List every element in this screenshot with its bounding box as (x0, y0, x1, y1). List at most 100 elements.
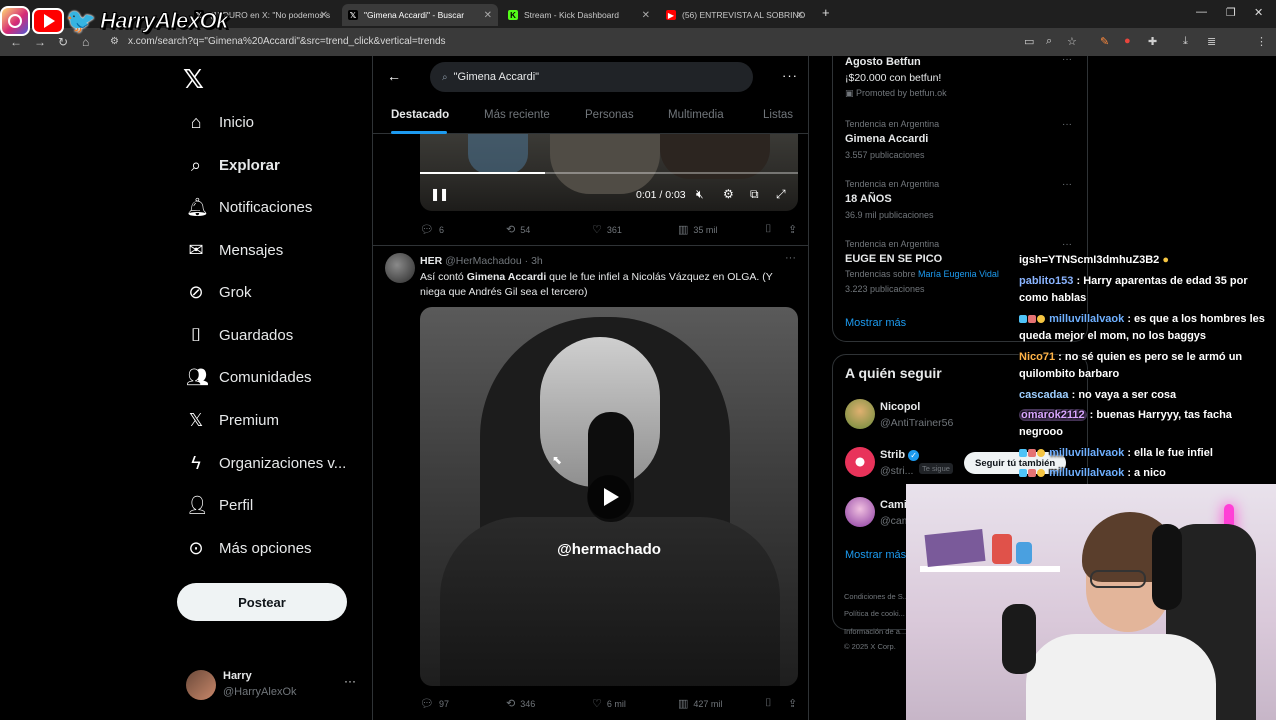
footer-link[interactable]: Política de cooki... (844, 609, 905, 618)
close-icon[interactable]: ✕ (642, 10, 650, 21)
more-icon[interactable]: ··· (782, 68, 798, 83)
more-icon[interactable]: ··· (1062, 119, 1072, 130)
star-icon[interactable]: ☆ (1067, 35, 1077, 48)
chat-username: Nico71 (1019, 351, 1056, 363)
tab-destacado[interactable]: Destacado (391, 109, 449, 121)
share-button[interactable]: ⇪ (788, 697, 802, 710)
avatar[interactable] (845, 447, 875, 477)
menu-icon[interactable]: ⋮ (1256, 35, 1267, 48)
minimize-icon[interactable]: — (1196, 6, 1207, 18)
sidebar-item-mensajes[interactable]: ✉ Mensajes (186, 235, 283, 265)
bar-chart-icon: ▥ (678, 224, 689, 236)
trend-related-link[interactable]: María Eugenia Vidal (918, 269, 999, 279)
more-icon[interactable]: ··· (1062, 239, 1072, 250)
more-icon[interactable]: ··· (1062, 179, 1072, 190)
footer-link[interactable]: Condiciones de S... (844, 592, 909, 601)
media-icon[interactable]: ≣ (1207, 35, 1216, 48)
pip-icon[interactable]: ⧉ (750, 187, 759, 202)
volume-muted-icon[interactable]: 🔇︎ (696, 187, 704, 202)
share-button[interactable]: ⇪ (788, 223, 802, 236)
post-button[interactable]: Postear (177, 583, 347, 621)
show-more-link[interactable]: Mostrar más (845, 317, 906, 329)
author-handle[interactable]: @HerMachadou (445, 255, 522, 267)
sidebar-item-premium[interactable]: 𝕏 Premium (186, 405, 279, 435)
tab-title: (56) ENTREVISTA AL SOBRINO (682, 10, 806, 20)
like-count: 361 (606, 224, 622, 235)
tab-mas-reciente[interactable]: Más reciente (484, 109, 550, 121)
back-arrow-icon[interactable]: ← (387, 68, 401, 84)
pause-icon[interactable]: ❚❚ (430, 187, 449, 201)
settings-icon[interactable]: ⚙ (723, 187, 734, 201)
video-player[interactable]: @hermachado ⬉ (420, 307, 798, 686)
trend-name[interactable]: Gimena Accardi (845, 133, 928, 145)
tab-multimedia[interactable]: Multimedia (668, 109, 724, 121)
post-time[interactable]: 3h (531, 255, 543, 267)
sidebar-item-mas-opciones[interactable]: ⊙ Más opciones (186, 533, 311, 563)
avatar[interactable] (845, 399, 875, 429)
cast-icon[interactable]: ▭ (1024, 35, 1034, 48)
video-time: 0:01 / 0:03 (636, 189, 686, 201)
extension-icon[interactable]: ✎ (1100, 35, 1109, 48)
extension-icon[interactable]: ● (1124, 35, 1131, 47)
author-name[interactable]: HER (420, 255, 442, 267)
close-icon[interactable]: ✕ (320, 10, 328, 21)
like-button[interactable]: ♡ 361 (592, 223, 622, 236)
account-name[interactable]: Nicopol (880, 401, 920, 413)
browser-tab[interactable]: K Stream - Kick Dashboard ✕ (502, 4, 658, 26)
more-icon[interactable]: ··· (785, 252, 796, 264)
person-icon: 👤︎ (186, 494, 209, 515)
sidebar-item-inicio[interactable]: ⌂ Inicio (186, 107, 254, 137)
sidebar-item-perfil[interactable]: 👤︎ Perfil (186, 490, 253, 520)
trend-name[interactable]: 18 AÑOS (845, 193, 892, 205)
sidebar-item-organizaciones[interactable]: ϟ Organizaciones v... (186, 448, 346, 478)
view-count: 427 mil (693, 698, 723, 709)
footer-link[interactable]: Información de a... (844, 627, 906, 636)
close-icon[interactable]: ✕ (484, 10, 492, 21)
views-button[interactable]: ▥ 35 mil (678, 223, 717, 236)
play-button[interactable] (587, 475, 631, 519)
restore-icon[interactable]: ❐ (1226, 6, 1236, 19)
more-icon[interactable]: ··· (1062, 54, 1072, 65)
account-switcher[interactable]: Harry @HarryAlexOk ··· (186, 668, 366, 704)
views-button[interactable]: ▥ 427 mil (678, 697, 722, 710)
bookmark-button[interactable]: ⌷ (765, 697, 777, 710)
fullscreen-icon[interactable]: ⤢ (776, 187, 786, 202)
download-icon[interactable]: ⤓ (1183, 35, 1188, 48)
account-name[interactable]: Cami (880, 499, 907, 511)
sidebar-item-explorar[interactable]: ⌕ Explorar (186, 150, 280, 180)
search-input[interactable]: ⌕ "Gimena Accardi" (430, 62, 753, 92)
account-name[interactable]: Strib ✓ (880, 449, 920, 461)
reply-button[interactable]: 💬︎ 6 (420, 223, 444, 236)
show-more-link[interactable]: Mostrar más (845, 549, 906, 561)
reply-icon: 💬︎ (420, 224, 434, 236)
sidebar-item-label: Premium (219, 411, 280, 429)
more-icon[interactable]: ··· (344, 674, 356, 688)
close-icon[interactable]: ✕ (796, 10, 804, 21)
promo-title[interactable]: Agosto Betfun (845, 56, 921, 68)
avatar[interactable] (845, 497, 875, 527)
browser-tab-active[interactable]: 𝕏 "Gimena Accardi" - Buscar ✕ (342, 4, 498, 26)
reply-button[interactable]: 💬︎ 97 (420, 697, 449, 710)
trend-related: Tendencias sobre María Eugenia Vidal (845, 269, 999, 279)
avatar[interactable] (385, 253, 415, 283)
tab-listas[interactable]: Listas (763, 109, 793, 121)
sidebar-item-comunidades[interactable]: 👥︎ Comunidades (186, 362, 312, 392)
tab-personas[interactable]: Personas (585, 109, 634, 121)
zoom-icon[interactable]: ⌕ (1046, 35, 1052, 48)
bookmark-button[interactable]: ⌷ (765, 223, 777, 236)
puzzle-icon[interactable]: ✚ (1148, 35, 1157, 48)
trend-name[interactable]: EUGE EN SE PICO (845, 253, 942, 265)
chat-message: milluvillalvaok : a nico (1019, 465, 1276, 482)
new-tab-icon[interactable]: + (822, 5, 830, 20)
repost-button[interactable]: ⟲ 346 (506, 697, 535, 710)
x-logo-icon[interactable]: 𝕏 (183, 64, 204, 95)
account-handle: @stri... (880, 465, 914, 477)
browser-tab[interactable]: ▶ (56) ENTREVISTA AL SOBRINO ✕ (660, 4, 812, 26)
close-window-icon[interactable]: ✕ (1254, 6, 1263, 19)
sidebar-item-grok[interactable]: ⊘ Grok (186, 277, 251, 307)
like-button[interactable]: ♡ 6 mil (592, 697, 626, 710)
sidebar-item-guardados[interactable]: ⌷ Guardados (186, 320, 294, 350)
sidebar-item-notificaciones[interactable]: 🔔︎ Notificaciones (186, 192, 312, 222)
repost-button[interactable]: ⟲ 54 (506, 223, 530, 236)
video-progress-bar[interactable] (420, 172, 798, 174)
